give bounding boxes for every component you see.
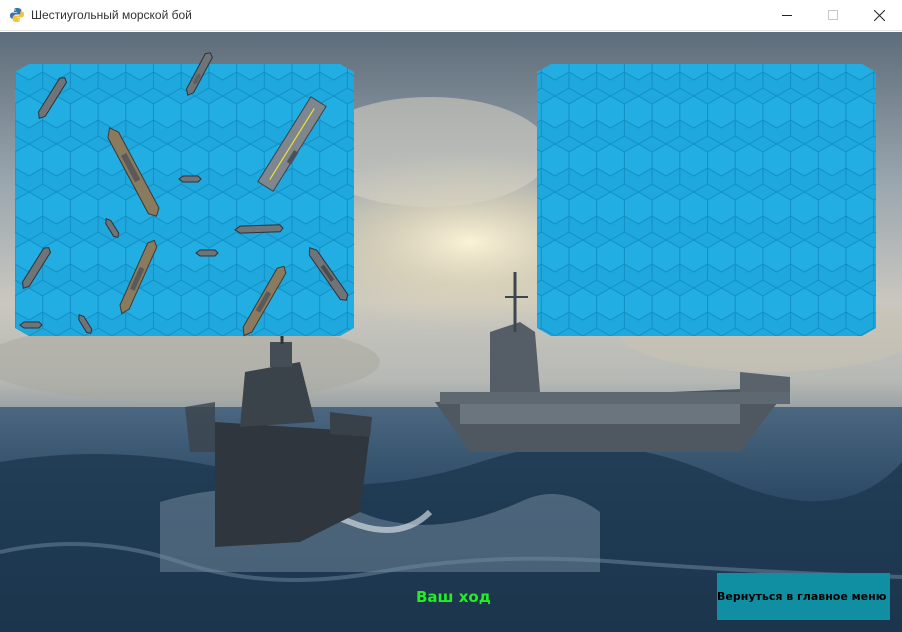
ship-boat-1	[178, 175, 202, 183]
back-to-menu-label: Вернуться в главное меню	[717, 590, 887, 603]
title-bar: Шестиугольный морской бой	[0, 0, 902, 31]
player-board[interactable]	[15, 51, 354, 338]
minimize-icon	[781, 15, 792, 16]
game-area: Ваш ход Вернуться в главное меню	[0, 32, 902, 632]
turn-indicator: Ваш ход	[416, 588, 491, 606]
enemy-board[interactable]	[537, 64, 876, 336]
maximize-button[interactable]	[810, 0, 856, 31]
ship-destroyer-4	[234, 224, 284, 234]
back-to-menu-button[interactable]: Вернуться в главное меню	[717, 573, 890, 620]
close-icon	[873, 10, 885, 21]
window-title: Шестиугольный морской бой	[31, 8, 192, 22]
ship-boat-2	[195, 249, 219, 257]
maximize-icon	[827, 10, 838, 20]
python-icon	[10, 8, 24, 22]
minimize-button[interactable]	[764, 0, 810, 31]
ship-boat-5	[19, 321, 43, 329]
close-button[interactable]	[856, 0, 902, 31]
